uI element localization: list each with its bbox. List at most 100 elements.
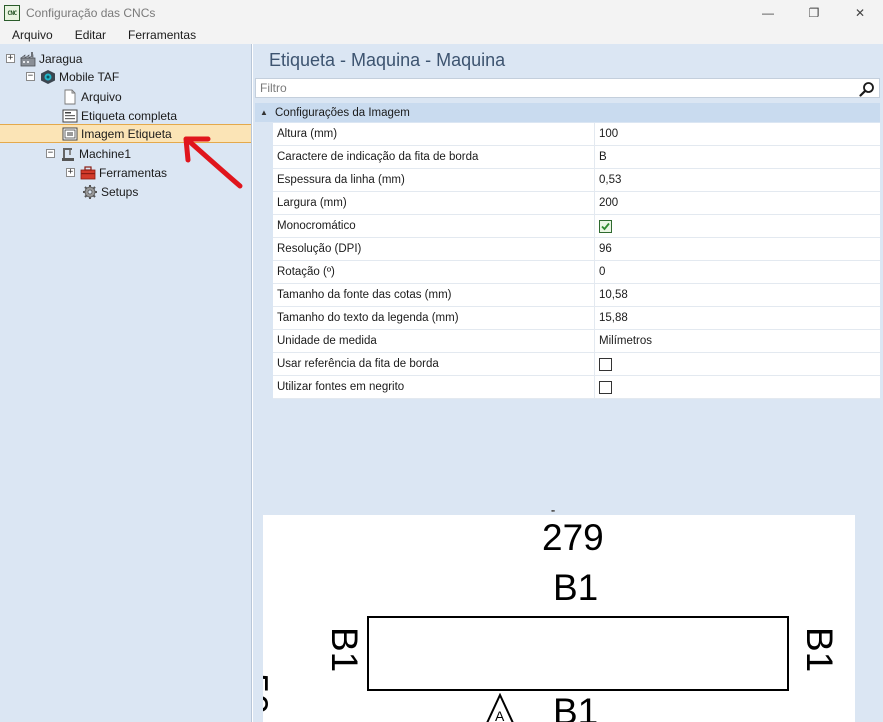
property-value[interactable]: B <box>595 146 880 168</box>
collapse-icon[interactable]: − <box>26 72 35 81</box>
edge-reference-triangle-icon: A <box>486 693 514 722</box>
property-name: Resolução (DPI) <box>273 238 595 260</box>
annotation-arrow-icon <box>183 136 243 189</box>
property-row[interactable]: Rotação (º) 0 <box>273 261 880 284</box>
property-value[interactable]: Milímetros <box>595 330 880 352</box>
title-bar: CNC Configuração das CNCs — ❐ ✕ <box>0 0 883 26</box>
property-row[interactable]: Unidade de medida Milímetros <box>273 330 880 353</box>
tree-item-setups[interactable]: Setups <box>82 182 138 201</box>
property-value[interactable]: 0,53 <box>595 169 880 191</box>
property-row[interactable]: Largura (mm) 200 <box>273 192 880 215</box>
monocromatico-checkbox[interactable] <box>599 219 612 233</box>
group-label: Configurações da Imagem <box>275 106 410 119</box>
tree-label: Ferramentas <box>99 165 168 180</box>
gear-icon <box>83 184 97 199</box>
cnc-machine-icon <box>62 147 74 161</box>
property-name: Altura (mm) <box>273 123 595 145</box>
tree-item-mobile-taf[interactable]: − Mobile TAF <box>26 67 119 86</box>
right-edge-wrapper: B1 <box>798 627 840 672</box>
property-row[interactable]: Monocromático <box>273 215 880 238</box>
property-name: Tamanho da fonte das cotas (mm) <box>273 284 595 306</box>
property-row[interactable]: Tamanho da fonte das cotas (mm) 10,58 <box>273 284 880 307</box>
collapse-caret-icon[interactable]: ▲ <box>257 108 271 117</box>
tree-label: Mobile TAF <box>59 69 120 84</box>
menu-bar: Arquivo Editar Ferramentas <box>0 26 883 44</box>
label-image-icon <box>62 127 78 140</box>
tree-item-arquivo[interactable]: Arquivo <box>62 87 122 106</box>
fontes-negrito-checkbox[interactable] <box>599 380 612 394</box>
document-icon <box>64 89 76 104</box>
property-row[interactable]: Altura (mm) 100 <box>273 123 880 146</box>
tree-item-etiqueta-completa[interactable]: Etiqueta completa <box>62 106 177 125</box>
label-icon <box>62 109 78 122</box>
property-row[interactable]: Espessura da linha (mm) 0,53 <box>273 169 880 192</box>
property-value <box>595 376 880 398</box>
maximize-button[interactable]: ❐ <box>791 0 837 26</box>
property-name: Rotação (º) <box>273 261 595 283</box>
property-value[interactable]: 0 <box>595 261 880 283</box>
toolbox-icon <box>80 165 96 179</box>
property-value[interactable]: 100 <box>595 123 880 145</box>
property-row[interactable]: Tamanho do texto da legenda (mm) 15,88 <box>273 307 880 330</box>
expand-icon[interactable]: + <box>66 168 75 177</box>
right-edge-label: B1 <box>799 627 840 673</box>
window-title: Configuração das CNCs <box>26 6 156 20</box>
label-preview: 279 B1 50 B1 B1 B1 A <box>263 515 855 722</box>
search-icon[interactable] <box>859 81 875 97</box>
properties-panel: Etiqueta - Maquina - Maquina ▲ Configura… <box>253 44 883 722</box>
splitter[interactable]: '''''' <box>253 508 883 518</box>
property-value[interactable]: 10,58 <box>595 284 880 306</box>
tree-item-machine1[interactable]: − Machine1 <box>46 144 131 163</box>
menu-arquivo[interactable]: Arquivo <box>4 28 61 42</box>
property-name: Espessura da linha (mm) <box>273 169 595 191</box>
top-edge-label: B1 <box>553 567 599 608</box>
expand-icon[interactable]: + <box>6 54 15 63</box>
tree-label: Jaragua <box>39 51 83 66</box>
collapse-icon[interactable]: − <box>46 149 55 158</box>
factory-icon <box>20 51 36 66</box>
property-name: Tamanho do texto da legenda (mm) <box>273 307 595 329</box>
page-title: Etiqueta - Maquina - Maquina <box>269 50 506 70</box>
property-value[interactable]: 15,88 <box>595 307 880 329</box>
property-value <box>595 353 880 375</box>
property-group-header[interactable]: ▲ Configurações da Imagem <box>255 103 880 122</box>
usar-referencia-checkbox[interactable] <box>599 357 612 371</box>
tree-label: Arquivo <box>81 89 122 104</box>
machine-group-icon <box>41 69 55 84</box>
height-dimension: 50 <box>263 673 275 715</box>
tree-label: Etiqueta completa <box>81 108 178 123</box>
tree-label: Imagem Etiqueta <box>81 126 172 141</box>
svg-text:A: A <box>495 708 505 722</box>
window-controls: — ❐ ✕ <box>745 0 883 26</box>
app-icon: CNC <box>4 5 20 21</box>
tree-item-jaragua[interactable]: + Jaragua <box>6 49 82 68</box>
property-name: Utilizar fontes em negrito <box>273 376 595 398</box>
filter-input[interactable] <box>260 81 840 95</box>
close-button[interactable]: ✕ <box>837 0 883 26</box>
left-edge-label: B1 <box>324 627 365 673</box>
property-name: Unidade de medida <box>273 330 595 352</box>
property-value[interactable]: 200 <box>595 192 880 214</box>
height-dimension-wrapper: 50 <box>263 673 275 722</box>
tree-panel: + Jaragua − Mobile TAF Arquivo Etiqueta … <box>0 44 252 722</box>
tree-label: Machine1 <box>79 146 132 161</box>
property-name: Caractere de indicação da fita de borda <box>273 146 595 168</box>
width-dimension: 279 <box>542 517 604 558</box>
tree-item-ferramentas[interactable]: + Ferramentas <box>66 163 167 182</box>
checkmark-icon <box>601 222 610 230</box>
property-row[interactable]: Utilizar fontes em negrito <box>273 376 880 399</box>
property-grid: Altura (mm) 100 Caractere de indicação d… <box>273 123 880 399</box>
menu-ferramentas[interactable]: Ferramentas <box>120 28 204 42</box>
filter-field <box>255 78 880 98</box>
property-row[interactable]: Caractere de indicação da fita de borda … <box>273 146 880 169</box>
property-row[interactable]: Usar referência da fita de borda <box>273 353 880 376</box>
property-row[interactable]: Resolução (DPI) 96 <box>273 238 880 261</box>
property-value <box>595 215 880 237</box>
property-name: Largura (mm) <box>273 192 595 214</box>
property-name: Monocromático <box>273 215 595 237</box>
tree-label: Setups <box>101 184 139 199</box>
property-name: Usar referência da fita de borda <box>273 353 595 375</box>
menu-editar[interactable]: Editar <box>67 28 114 42</box>
property-value[interactable]: 96 <box>595 238 880 260</box>
minimize-button[interactable]: — <box>745 0 791 26</box>
